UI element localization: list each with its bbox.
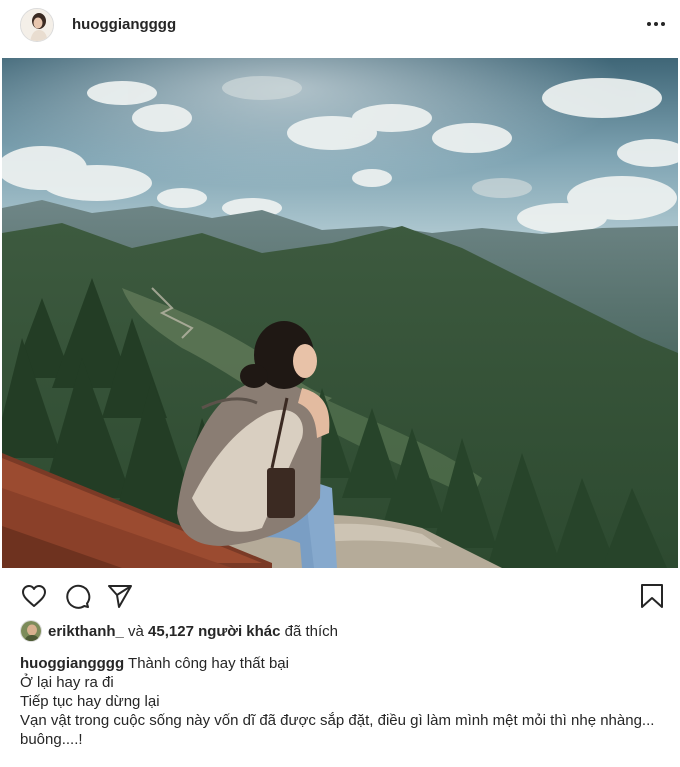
post-photo[interactable] (2, 58, 678, 568)
likes-connector: và (123, 622, 149, 640)
caption-text: Thành công hay thất bại (124, 655, 289, 672)
bookmark-icon[interactable] (638, 582, 666, 610)
post-actions (0, 568, 680, 618)
caption-line: Tiếp tục hay dừng lại (20, 693, 160, 710)
paper-plane-icon[interactable] (106, 582, 134, 610)
likes-count[interactable]: 45,127 người khác (148, 623, 280, 640)
instagram-post: huoggiangggg erikthanh_ và 45,127 người … (0, 0, 680, 767)
heart-icon[interactable] (20, 582, 48, 610)
liker-username[interactable]: erikthanh_ (48, 623, 124, 640)
avatar[interactable] (20, 8, 54, 42)
likes-summary: erikthanh_ và 45,127 người khác đã thích (20, 619, 338, 643)
caption-line: Ở lại hay ra đi (20, 674, 114, 691)
likes-suffix: đã thích (280, 622, 339, 640)
caption-line: buông....! (20, 731, 83, 748)
liker-avatar[interactable] (20, 620, 42, 642)
post-caption: huoggiangggg Thành công hay thất bại Ở l… (20, 654, 665, 749)
caption-line: Vạn vật trong cuộc sống này vốn dĩ đã đư… (20, 712, 655, 729)
caption-author[interactable]: huoggiangggg (20, 655, 124, 672)
post-username[interactable]: huoggiangggg (72, 16, 176, 33)
caption-first-line: huoggiangggg Thành công hay thất bại (20, 654, 665, 673)
post-header: huoggiangggg (0, 0, 680, 56)
comment-icon[interactable] (63, 582, 91, 610)
ellipsis-icon[interactable] (646, 17, 666, 29)
